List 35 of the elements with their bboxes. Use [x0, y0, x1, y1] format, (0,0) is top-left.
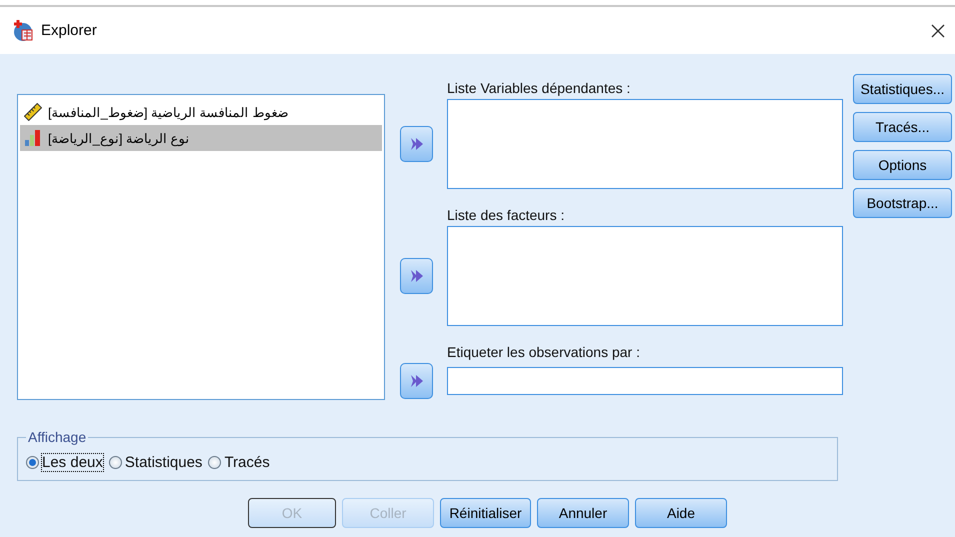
radio-button[interactable]: [108, 456, 122, 469]
move-button[interactable]: [400, 126, 433, 162]
app-icon: [12, 20, 34, 42]
radio-label[interactable]: Statistiques: [124, 454, 202, 471]
variable-list[interactable]: ضغوط المنافسة الرياضية [ضغوط_المنافسة] نوع الرياضة [نوع_الرياضة]: [17, 94, 385, 400]
dialog-button[interactable]: Aide: [635, 498, 727, 528]
side-button[interactable]: Tracés...: [853, 112, 952, 142]
arrow-icon: [410, 268, 424, 284]
close-icon[interactable]: [931, 24, 945, 38]
side-button[interactable]: Statistiques...: [853, 74, 952, 104]
dialog-button[interactable]: Annuler: [537, 498, 629, 528]
group-title: Affichage: [27, 429, 88, 445]
target-label: Liste des facteurs :: [447, 206, 566, 225]
target-label: Liste Variables dépendantes :: [447, 79, 632, 98]
move-button[interactable]: [400, 363, 433, 399]
arrow-icon: [410, 136, 424, 152]
input-field[interactable]: [447, 367, 843, 395]
target-list[interactable]: [447, 99, 843, 189]
bar-chart-icon: [24, 129, 42, 147]
variable-label: نوع الرياضة [نوع_الرياضة]: [48, 130, 190, 146]
side-button[interactable]: Bootstrap...: [853, 188, 952, 218]
target-label: Etiqueter les observations par :: [447, 343, 641, 362]
variable-item[interactable]: ضغوط المنافسة الرياضية [ضغوط_المنافسة]: [20, 99, 382, 125]
dialog-button[interactable]: Réinitialiser: [440, 498, 531, 528]
target-list[interactable]: [447, 226, 843, 326]
radio-label[interactable]: Tracés: [224, 454, 270, 471]
arrow-icon: [410, 373, 424, 389]
variable-item[interactable]: نوع الرياضة [نوع_الرياضة]: [20, 125, 382, 151]
side-button[interactable]: Options: [853, 150, 952, 180]
radio-button[interactable]: [26, 456, 39, 469]
variable-label: ضغوط المنافسة الرياضية [ضغوط_المنافسة]: [48, 104, 288, 120]
window-title: Explorer: [41, 22, 98, 39]
radio-button[interactable]: [208, 456, 222, 469]
move-button[interactable]: [400, 258, 433, 294]
radio-label[interactable]: Les deux: [42, 454, 103, 471]
